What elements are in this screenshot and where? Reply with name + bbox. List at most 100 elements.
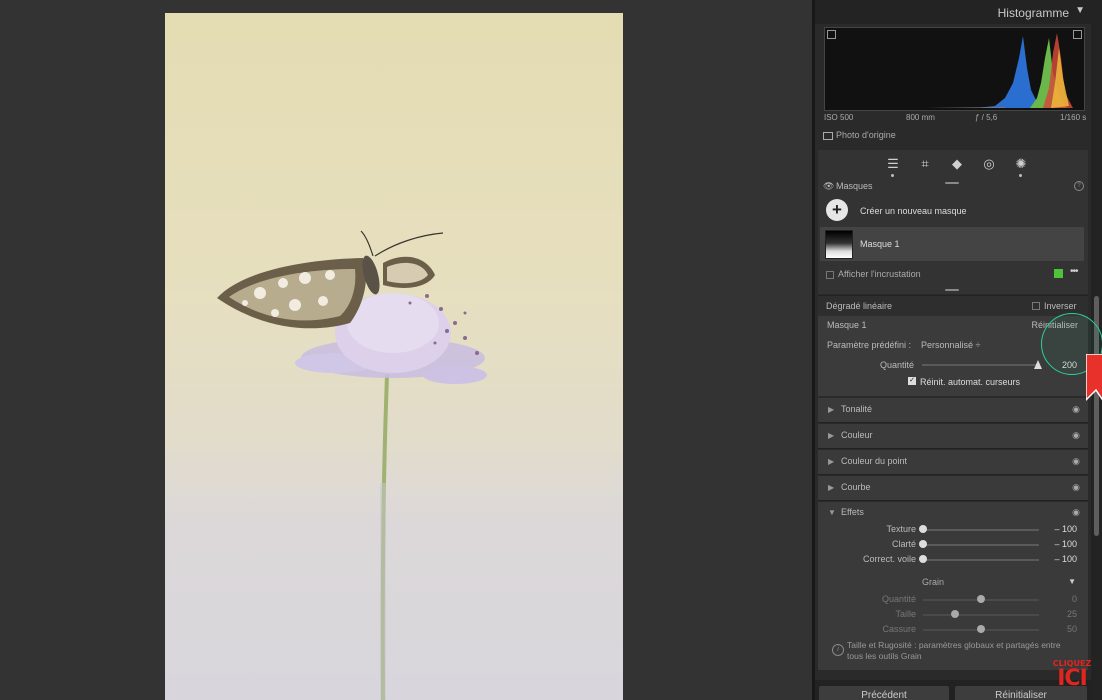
eye-icon[interactable]: ◉ bbox=[1072, 507, 1080, 518]
slider-knob[interactable] bbox=[919, 555, 927, 563]
grain-amount-label: Quantité bbox=[881, 594, 916, 604]
mask-thumbnail[interactable] bbox=[825, 230, 853, 259]
red-eye-icon[interactable]: ◎ bbox=[981, 156, 997, 172]
slider-knob[interactable] bbox=[977, 595, 985, 603]
section-effects: ▼ Effets ◉ Texture – 100 Clarté – 100 Co… bbox=[818, 502, 1088, 670]
drag-handle[interactable] bbox=[945, 289, 959, 291]
texture-value[interactable]: – 100 bbox=[1047, 524, 1077, 534]
checkbox-icon bbox=[823, 131, 833, 140]
section-point-color[interactable]: ▶ Couleur du point ◉ bbox=[818, 450, 1088, 475]
grain-amount-slider[interactable] bbox=[923, 595, 1039, 603]
expand-arrow-icon: ▶ bbox=[828, 431, 835, 440]
watermark-big-text: ICI bbox=[1057, 666, 1088, 691]
effects-title: Effets bbox=[841, 507, 864, 517]
overlay-label: Afficher l'incrustation bbox=[838, 269, 921, 279]
invert-label: Inverser bbox=[1044, 301, 1077, 311]
auto-reset-checkbox[interactable]: ✓ bbox=[908, 377, 916, 385]
exif-focal: 800 mm bbox=[906, 113, 935, 122]
expand-arrow-icon: ▶ bbox=[828, 483, 835, 492]
grain-size-label: Taille bbox=[895, 609, 916, 619]
section-tone[interactable]: ▶ Tonalité ◉ bbox=[818, 398, 1088, 423]
original-photo-toggle[interactable]: Photo d'origine bbox=[823, 130, 896, 140]
amount-slider[interactable] bbox=[922, 360, 1042, 369]
grain-roughness-slider[interactable] bbox=[923, 625, 1039, 633]
histogram-title: Histogramme bbox=[997, 6, 1069, 20]
dehaze-slider[interactable] bbox=[919, 555, 1039, 563]
section-label: Tonalité bbox=[841, 404, 873, 414]
bottom-button-bar: Précédent Réinitialiser bbox=[815, 680, 1091, 700]
butterfly-flower-image bbox=[217, 230, 487, 700]
amount-label: Quantité bbox=[880, 360, 915, 370]
highlight-clipping-icon[interactable] bbox=[1073, 30, 1082, 39]
help-icon[interactable]: ? bbox=[1074, 181, 1084, 191]
collapse-triangle-icon[interactable]: ▼ bbox=[1075, 5, 1085, 16]
image-canvas bbox=[0, 0, 812, 700]
section-label: Couleur du point bbox=[841, 456, 908, 466]
mask-name: Masque 1 bbox=[860, 239, 900, 249]
section-label: Courbe bbox=[841, 482, 871, 492]
section-color[interactable]: ▶ Couleur ◉ bbox=[818, 424, 1088, 449]
drag-handle[interactable] bbox=[945, 182, 959, 184]
slider-knob[interactable] bbox=[919, 525, 927, 533]
expand-arrow-icon: ▶ bbox=[828, 457, 835, 466]
eye-icon[interactable]: ◉ bbox=[1072, 404, 1080, 415]
eye-icon[interactable]: 👁 bbox=[823, 181, 834, 192]
click-here-watermark[interactable]: CLIQUEZ ICI bbox=[1052, 660, 1092, 690]
more-options-icon[interactable]: ••• bbox=[1070, 266, 1078, 277]
collapse-arrow-icon[interactable]: ▼ bbox=[828, 508, 836, 517]
grain-roughness-label: Cassure bbox=[882, 624, 916, 634]
mouse-pointer-icon bbox=[1086, 354, 1102, 402]
section-curve[interactable]: ▶ Courbe ◉ bbox=[818, 476, 1088, 501]
edit-sliders-icon[interactable]: ☰ bbox=[885, 156, 901, 172]
crop-icon[interactable]: ⌗ bbox=[917, 156, 933, 172]
clarity-slider[interactable] bbox=[919, 540, 1039, 548]
info-icon: i bbox=[832, 644, 844, 656]
linear-gradient-title: Dégradé linéaire bbox=[826, 301, 893, 311]
eye-icon[interactable]: ◉ bbox=[1072, 482, 1080, 493]
slider-knob[interactable] bbox=[919, 540, 927, 548]
linear-gradient-header: Dégradé linéaire Inverser bbox=[818, 295, 1088, 316]
invert-checkbox[interactable] bbox=[1032, 302, 1040, 310]
slider-knob[interactable] bbox=[1034, 360, 1042, 369]
histogram-header[interactable]: Histogramme ▼ bbox=[815, 0, 1091, 24]
masks-list: + Créer un nouveau masque Masque 1 Affic… bbox=[818, 197, 1088, 294]
overlay-color-swatch[interactable] bbox=[1054, 269, 1063, 278]
tool-dot bbox=[1019, 174, 1022, 177]
slider-knob[interactable] bbox=[977, 625, 985, 633]
preset-label: Paramètre prédéfini : bbox=[827, 340, 912, 350]
overlay-checkbox[interactable] bbox=[826, 271, 834, 279]
histogram-curve bbox=[925, 33, 1073, 108]
grain-amount-value[interactable]: 0 bbox=[1047, 594, 1077, 604]
photo-preview[interactable] bbox=[165, 13, 623, 700]
tool-dot bbox=[891, 174, 894, 177]
slider-knob[interactable] bbox=[951, 610, 960, 618]
dehaze-value[interactable]: – 100 bbox=[1047, 554, 1077, 564]
clarity-label: Clarté bbox=[891, 539, 916, 549]
mask-item[interactable]: Masque 1 bbox=[820, 227, 1084, 261]
grain-size-value[interactable]: 25 bbox=[1047, 609, 1077, 619]
texture-label: Texture bbox=[886, 524, 916, 534]
masks-header: 👁 Masques ? bbox=[818, 179, 1088, 197]
histogram-graph[interactable] bbox=[824, 27, 1085, 111]
add-mask-plus-icon[interactable]: + bbox=[826, 199, 848, 221]
auto-reset-label: Réinit. automat. curseurs bbox=[920, 377, 1021, 387]
masks-title: Masques bbox=[836, 181, 873, 191]
clarity-value[interactable]: – 100 bbox=[1047, 539, 1077, 549]
previous-button[interactable]: Précédent bbox=[819, 686, 949, 700]
exif-shutter: 1/160 s bbox=[1060, 113, 1087, 122]
eye-icon[interactable]: ◉ bbox=[1072, 456, 1080, 467]
section-label: Couleur bbox=[841, 430, 873, 440]
grain-roughness-value[interactable]: 50 bbox=[1047, 624, 1077, 634]
preset-dropdown[interactable]: Personnalisé ÷ bbox=[921, 340, 980, 350]
grain-collapse-icon[interactable]: ▼ bbox=[1068, 577, 1076, 586]
grain-size-slider[interactable] bbox=[923, 610, 1039, 618]
shadow-clipping-icon[interactable] bbox=[827, 30, 836, 39]
texture-slider[interactable] bbox=[919, 525, 1039, 533]
dehaze-label: Correct. voile bbox=[862, 554, 916, 564]
heal-eraser-icon[interactable]: ◆ bbox=[949, 156, 965, 172]
masking-icon[interactable]: ✺ bbox=[1013, 156, 1029, 172]
mask-settings-title: Masque 1 bbox=[827, 320, 867, 330]
create-new-mask-button[interactable]: Créer un nouveau masque bbox=[860, 206, 967, 216]
exif-iso: ISO 500 bbox=[824, 113, 854, 122]
eye-icon[interactable]: ◉ bbox=[1072, 430, 1080, 441]
